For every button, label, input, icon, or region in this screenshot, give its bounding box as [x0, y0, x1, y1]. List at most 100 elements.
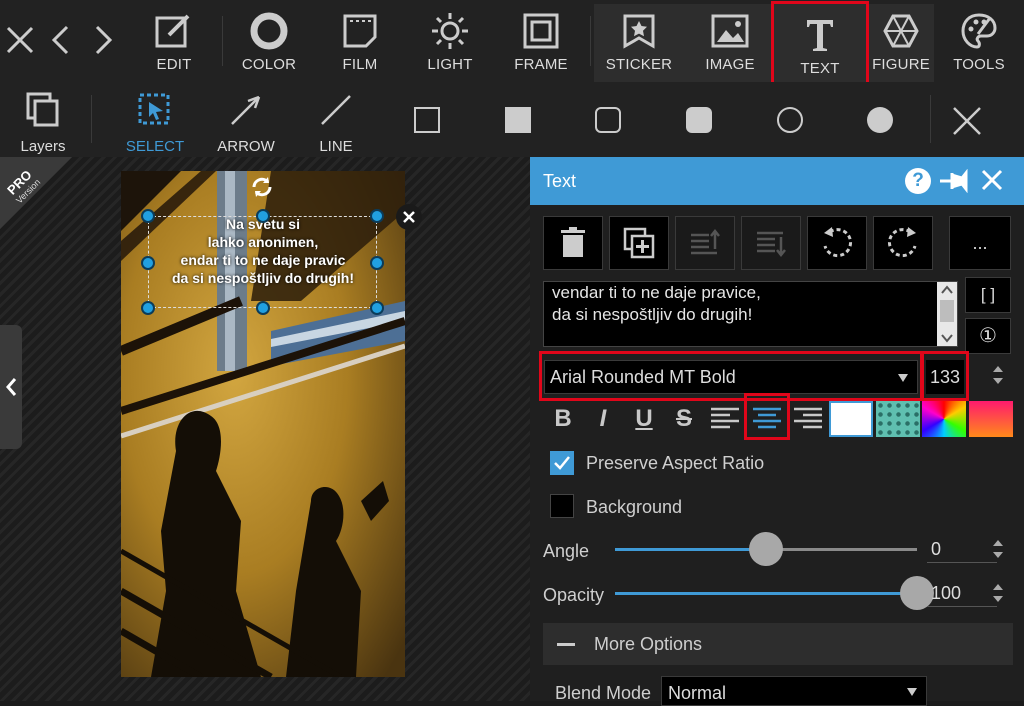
tool-label: EDIT: [156, 56, 192, 73]
rotate-right-button[interactable]: [873, 216, 933, 270]
dropdown-arrow-icon: [907, 688, 917, 696]
angle-stepper[interactable]: [992, 538, 1004, 560]
opacity-value-field[interactable]: 100: [927, 579, 997, 607]
rotate-left-button[interactable]: [807, 216, 867, 270]
text-line: da si nespoštljiv do drugih!: [552, 305, 753, 324]
pin-icon[interactable]: [938, 168, 970, 194]
tool-label: STICKER: [605, 56, 673, 73]
align-left-button[interactable]: [706, 402, 744, 436]
divider: [91, 95, 92, 143]
close-icon[interactable]: [0, 18, 40, 62]
duplicate-text-button[interactable]: [609, 216, 669, 270]
line-tool[interactable]: LINE: [293, 82, 379, 157]
square-outline-icon[interactable]: [414, 107, 440, 133]
bring-forward-button[interactable]: [675, 216, 735, 270]
help-icon[interactable]: ?: [905, 168, 931, 194]
layers-button[interactable]: Layers: [0, 82, 86, 157]
gradient-rainbow-swatch[interactable]: [922, 401, 966, 437]
tool-film[interactable]: FILM: [317, 0, 403, 82]
tool-color[interactable]: COLOR: [226, 0, 312, 82]
italic-button[interactable]: I: [584, 402, 622, 436]
divider: [930, 95, 931, 143]
tool-image[interactable]: IMAGE: [687, 0, 773, 82]
text-content-field[interactable]: vendar ti to ne daje pravice, da si nesp…: [543, 281, 958, 347]
pattern-swatch[interactable]: [876, 401, 920, 437]
collapse-panel-button[interactable]: [0, 325, 22, 449]
send-backward-button[interactable]: [741, 216, 801, 270]
font-select[interactable]: Arial Rounded MT Bold: [544, 360, 918, 394]
overlay-line: lahko anonimen,: [207, 234, 319, 250]
close-icon[interactable]: [950, 104, 984, 138]
tool-figure[interactable]: FIGURE: [868, 0, 934, 82]
preserve-aspect-checkbox[interactable]: [550, 451, 574, 475]
angle-value-field[interactable]: 0: [927, 535, 997, 563]
tool-edit[interactable]: EDIT: [131, 0, 217, 82]
circle-filled-icon[interactable]: [867, 107, 893, 133]
angle-slider-fill: [615, 548, 766, 551]
tools-icon: [960, 11, 998, 51]
more-options-header[interactable]: More Options: [543, 623, 1013, 665]
background-checkbox[interactable]: [550, 494, 574, 518]
gradient-warm-swatch[interactable]: [969, 401, 1013, 437]
bold-button[interactable]: B: [544, 402, 582, 436]
text-scrollbar[interactable]: [937, 282, 957, 346]
tool-sticker[interactable]: STICKER: [596, 0, 682, 82]
circle-outline-icon[interactable]: [777, 107, 803, 133]
tool-frame[interactable]: FRAME: [498, 0, 584, 82]
resize-handle[interactable]: [141, 301, 155, 315]
edit-icon: [155, 11, 193, 51]
align-center-button[interactable]: [748, 402, 786, 436]
arrow-tool[interactable]: ARROW: [203, 82, 289, 157]
font-size-field[interactable]: 133: [926, 360, 964, 394]
rotate-left-icon: [823, 227, 852, 258]
back-icon[interactable]: [40, 18, 80, 62]
tool-label: LIGHT: [427, 56, 473, 73]
line-icon: [319, 90, 353, 130]
delete-text-button[interactable]: [543, 216, 603, 270]
blend-mode-select[interactable]: Normal: [661, 676, 927, 706]
trash-icon: [561, 227, 585, 257]
background-label: Background: [586, 497, 683, 517]
text-overlay[interactable]: Na svetu si lahko anonimen, endar ti to …: [150, 215, 376, 287]
resize-handle[interactable]: [141, 256, 155, 270]
layers-label: Layers: [20, 138, 66, 155]
select-tool[interactable]: SELECT: [112, 82, 198, 157]
align-right-button[interactable]: [789, 402, 827, 436]
square-filled-icon[interactable]: [505, 107, 531, 133]
tool-tools[interactable]: TOOLS: [936, 0, 1022, 82]
strikethrough-button[interactable]: S: [665, 402, 703, 436]
angle-slider[interactable]: [615, 532, 917, 566]
close-icon[interactable]: [980, 168, 1006, 194]
tool-light[interactable]: LIGHT: [407, 0, 493, 82]
rotate-handle-icon[interactable]: [250, 175, 274, 199]
rounded-square-outline-icon[interactable]: [595, 107, 621, 133]
duplicate-icon: [623, 227, 655, 259]
tool-text[interactable]: TEXT: [771, 1, 869, 85]
numbering-button[interactable]: ①: [965, 318, 1011, 354]
forward-icon[interactable]: [84, 18, 124, 62]
send-backward-icon: [757, 231, 786, 257]
resize-handle[interactable]: [256, 209, 270, 223]
resize-handle[interactable]: [370, 209, 384, 223]
opacity-slider[interactable]: [615, 576, 934, 610]
resize-handle[interactable]: [141, 209, 155, 223]
resize-handle[interactable]: [370, 256, 384, 270]
image-icon: [711, 11, 749, 51]
tool-label: FILM: [342, 56, 378, 73]
rounded-square-filled-icon[interactable]: [686, 107, 712, 133]
opacity-stepper[interactable]: [992, 582, 1004, 604]
pro-badge[interactable]: PRO Version: [0, 157, 72, 229]
resize-handle[interactable]: [370, 301, 384, 315]
more-actions-button[interactable]: ...: [949, 216, 1011, 270]
underline-button[interactable]: U: [625, 402, 663, 436]
sticker-icon: [621, 11, 657, 51]
opacity-slider-fill: [615, 592, 917, 595]
font-size-stepper[interactable]: [992, 364, 1004, 386]
resize-handle[interactable]: [256, 301, 270, 315]
bracket-button[interactable]: [ ]: [965, 277, 1011, 313]
text-color-swatch[interactable]: [829, 401, 873, 437]
text-line: vendar ti to ne daje pravice,: [552, 283, 761, 302]
angle-slider-knob[interactable]: [749, 532, 783, 566]
delete-selection-button[interactable]: [396, 204, 422, 230]
check-icon: [554, 456, 570, 470]
